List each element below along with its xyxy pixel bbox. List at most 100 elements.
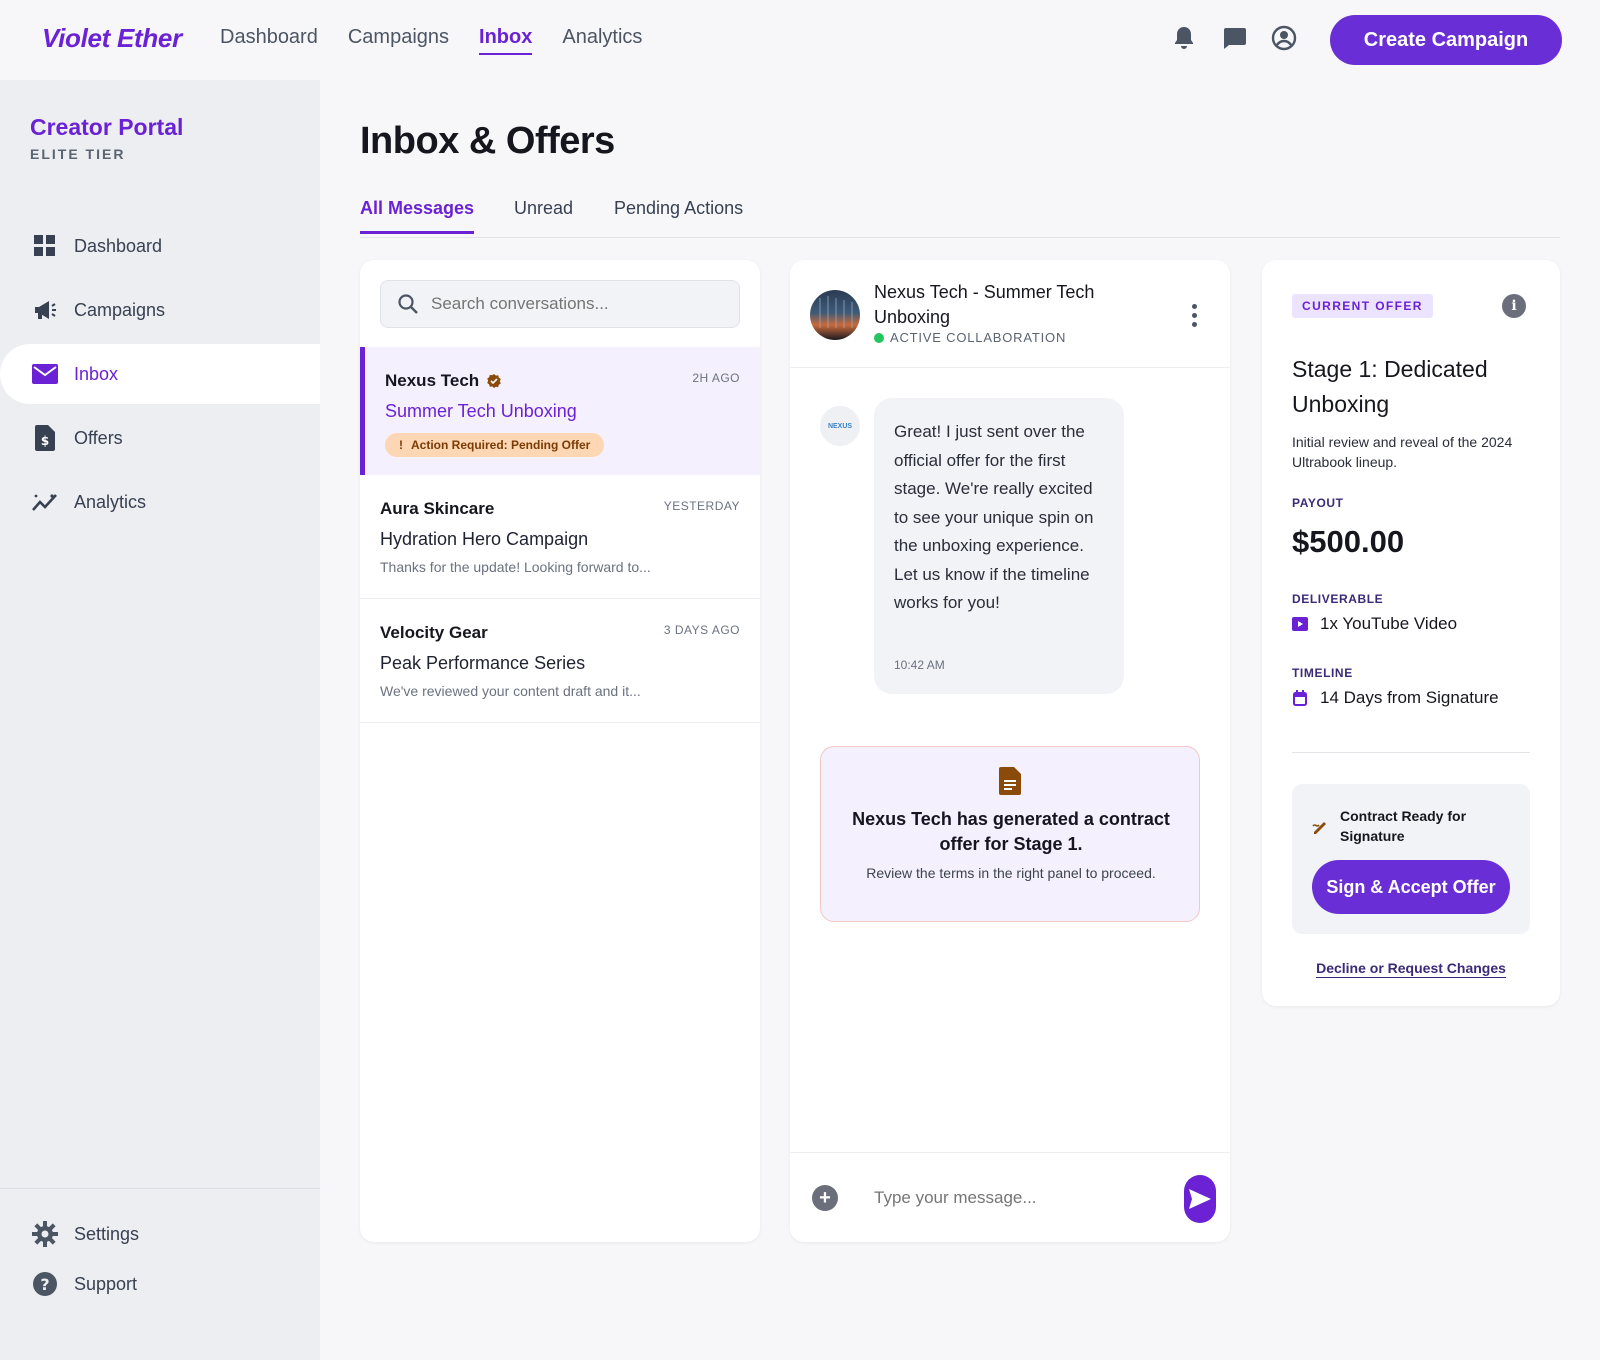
calendar-icon: [1292, 690, 1308, 706]
tab-all-messages[interactable]: All Messages: [360, 198, 475, 234]
tab-pending-actions[interactable]: Pending Actions: [614, 198, 743, 231]
add-attachment-icon[interactable]: +: [812, 1185, 838, 1211]
svg-text:$: $: [41, 434, 49, 448]
chat-title: Nexus Tech - Summer Tech Unboxing: [874, 282, 1095, 327]
conversation-item-aura-skincare[interactable]: Aura Skincare YESTERDAY Hydration Hero C…: [360, 475, 760, 599]
portal-tier: ELITE TIER: [30, 146, 126, 162]
nav-analytics[interactable]: Analytics: [562, 26, 642, 55]
payout-label: PAYOUT: [1292, 496, 1344, 510]
sidebar-item-label: Offers: [74, 427, 123, 448]
sidebar-item-label: Campaigns: [74, 299, 166, 320]
verified-badge-icon: [487, 374, 501, 388]
timeline-text: 14 Days from Signature: [1320, 688, 1499, 707]
brand-logo[interactable]: Violet Ether: [42, 23, 182, 54]
top-bar: Violet Ether Dashboard Campaigns Inbox A…: [0, 0, 1600, 80]
deliverable-label: DELIVERABLE: [1292, 592, 1384, 606]
current-offer-tag: CURRENT OFFER: [1292, 294, 1433, 318]
conversation-item-velocity-gear[interactable]: Velocity Gear 3 DAYS AGO Peak Performanc…: [360, 599, 760, 723]
message-time: 10:42 AM: [894, 658, 945, 672]
deliverable-text: 1x YouTube Video: [1320, 614, 1458, 633]
notice-subtitle: Review the terms in the right panel to p…: [866, 865, 1156, 881]
bell-icon[interactable]: [1170, 24, 1198, 52]
chat-status-label: ACTIVE COLLABORATION: [890, 330, 1067, 345]
search-icon: [398, 294, 418, 314]
tab-bar: All Messages Unread Pending Actions: [360, 188, 1560, 238]
deliverable-value: 1x YouTube Video: [1292, 614, 1457, 634]
sender-avatar: NEXUS: [820, 406, 860, 446]
message-composer: +: [790, 1152, 1230, 1242]
search-box[interactable]: [380, 280, 740, 328]
sidebar-divider: [0, 1188, 320, 1189]
invoice-icon: $: [32, 425, 58, 451]
payout-value: $500.00: [1292, 524, 1405, 559]
contract-notice: Nexus Tech has generated a contract offe…: [820, 746, 1200, 922]
send-button[interactable]: [1184, 1175, 1216, 1223]
conversation-preview: We've reviewed your content draft and it…: [380, 683, 641, 699]
top-icons: [1170, 24, 1298, 52]
sidebar-item-campaigns[interactable]: Campaigns: [0, 280, 320, 340]
conversation-campaign: Summer Tech Unboxing: [385, 401, 577, 421]
decline-link[interactable]: Decline or Request Changes: [1316, 960, 1506, 978]
message-input[interactable]: [874, 1183, 1154, 1213]
chat-status: ACTIVE COLLABORATION: [874, 330, 1066, 345]
mail-icon: [32, 361, 58, 387]
chat-icon[interactable]: [1220, 24, 1248, 52]
sidebar-item-dashboard[interactable]: Dashboard: [0, 216, 320, 276]
account-icon[interactable]: [1270, 24, 1298, 52]
timeline-value: 14 Days from Signature: [1292, 688, 1499, 708]
offer-panel: CURRENT OFFER i Stage 1: Dedicated Unbox…: [1262, 260, 1560, 1006]
nav-campaigns[interactable]: Campaigns: [348, 26, 449, 55]
portal-title: Creator Portal: [30, 114, 184, 140]
conversation-preview: Thanks for the update! Looking forward t…: [380, 559, 651, 575]
create-campaign-button[interactable]: Create Campaign: [1330, 15, 1562, 65]
sidebar-item-offers[interactable]: $ Offers: [0, 408, 320, 468]
chat-header: Nexus Tech - Summer Tech Unboxing ACTIVE…: [790, 260, 1230, 368]
top-nav: Dashboard Campaigns Inbox Analytics: [220, 26, 672, 55]
search-input[interactable]: [431, 294, 711, 314]
conversation-item-nexus-tech[interactable]: Nexus Tech 2H AGO Summer Tech Unboxing !…: [360, 347, 760, 475]
conversation-brand-name: Velocity Gear: [380, 623, 488, 642]
megaphone-icon: [32, 297, 58, 323]
conversation-campaign: Hydration Hero Campaign: [380, 529, 589, 549]
svg-text:?: ?: [40, 1275, 49, 1294]
signature-box: Contract Ready for Signature Sign & Acce…: [1292, 784, 1530, 934]
conversation-brand: Nexus Tech: [385, 371, 501, 391]
tab-unread[interactable]: Unread: [514, 198, 573, 231]
video-icon: [1292, 616, 1308, 632]
grid-icon: [32, 233, 58, 259]
alert-icon: !: [399, 438, 403, 452]
decline-link-wrapper: Decline or Request Changes: [1262, 960, 1560, 978]
offer-divider: [1292, 752, 1530, 753]
timeline-label: TIMELINE: [1292, 666, 1353, 680]
conversation-campaign: Peak Performance Series: [380, 653, 586, 673]
sign-accept-button[interactable]: Sign & Accept Offer: [1312, 860, 1510, 914]
sidebar-item-label: Settings: [74, 1223, 140, 1244]
conversation-brand-name: Nexus Tech: [385, 371, 480, 390]
offer-title: Stage 1: Dedicated Unboxing: [1292, 356, 1488, 417]
action-required-badge: ! Action Required: Pending Offer: [385, 433, 605, 457]
info-icon[interactable]: i: [1502, 294, 1526, 318]
conversation-time: YESTERDAY: [663, 499, 740, 513]
more-options-icon[interactable]: [1184, 300, 1204, 330]
badge-label: Action Required: Pending Offer: [411, 438, 591, 452]
sidebar-item-label: Inbox: [74, 363, 119, 384]
sidebar-item-inbox[interactable]: Inbox: [0, 344, 320, 404]
chat-panel: Nexus Tech - Summer Tech Unboxing ACTIVE…: [790, 260, 1230, 1242]
message-bubble: Great! I just sent over the official off…: [874, 398, 1124, 694]
sidebar-item-analytics[interactable]: Analytics: [0, 472, 320, 532]
signature-icon: [1312, 822, 1326, 834]
nav-inbox[interactable]: Inbox: [479, 26, 533, 55]
offer-description: Initial review and reveal of the 2024 Ul…: [1292, 434, 1513, 470]
sidebar: Creator Portal ELITE TIER Dashboard Camp…: [0, 80, 320, 1360]
signature-title: Contract Ready for Signature: [1340, 808, 1467, 844]
status-dot: [874, 332, 884, 343]
sidebar-item-label: Support: [74, 1273, 138, 1294]
sidebar-item-label: Dashboard: [74, 235, 163, 256]
nav-dashboard[interactable]: Dashboard: [220, 26, 318, 55]
gear-icon: [32, 1221, 58, 1247]
conversation-time: 3 DAYS AGO: [663, 623, 740, 637]
sidebar-item-support[interactable]: ? Support: [0, 1254, 320, 1314]
trend-icon: [32, 489, 58, 515]
chat-avatar: [810, 290, 860, 340]
help-icon: ?: [32, 1271, 58, 1297]
